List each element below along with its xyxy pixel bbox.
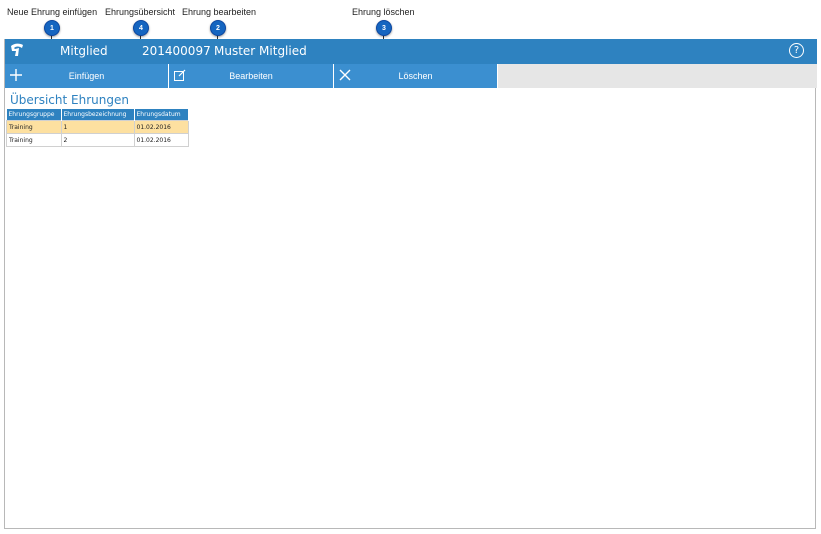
- page-title: Übersicht Ehrungen: [10, 93, 129, 107]
- callout-label-edit: Ehrung bearbeiten: [182, 7, 257, 17]
- table-row[interactable]: Training 1 01.02.2016: [6, 120, 189, 134]
- column-header-name[interactable]: Ehrungsbezeichnung: [61, 109, 135, 121]
- table-row[interactable]: Training 2 01.02.2016: [6, 133, 189, 147]
- close-icon: [339, 69, 351, 81]
- edit-button-label: Bearbeiten: [229, 71, 273, 81]
- help-icon[interactable]: ?: [789, 43, 804, 58]
- add-button[interactable]: Einfügen: [5, 64, 169, 88]
- add-button-label: Einfügen: [68, 71, 105, 81]
- edit-icon: [174, 69, 186, 81]
- column-header-group[interactable]: Ehrungsgruppe: [6, 109, 62, 121]
- delete-button-label: Löschen: [398, 71, 433, 81]
- app-window: Mitglied 201400097 Muster Mitglied ? Ein…: [4, 39, 817, 529]
- callout-marker-4: 4: [133, 20, 149, 36]
- column-header-date[interactable]: Ehrungsdatum: [134, 109, 189, 121]
- header-section-label: Mitglied: [60, 44, 108, 58]
- cell-date: 01.02.2016: [133, 133, 189, 147]
- honors-table: Ehrungsgruppe Ehrungsbezeichnung Ehrungs…: [6, 109, 189, 147]
- callout-label-delete: Ehrung löschen: [352, 7, 415, 17]
- edit-button[interactable]: Bearbeiten: [169, 64, 334, 88]
- callout-marker-2: 2: [210, 20, 226, 36]
- plus-icon: [10, 69, 22, 81]
- header-member-id: 201400097: [142, 44, 211, 58]
- cell-date: 01.02.2016: [133, 120, 189, 134]
- app-header: Mitglied 201400097 Muster Mitglied ?: [5, 39, 817, 64]
- delete-button[interactable]: Löschen: [334, 64, 498, 88]
- cell-group: Training: [6, 120, 62, 134]
- cell-name: 1: [60, 120, 135, 134]
- app-logo-icon[interactable]: [9, 42, 25, 58]
- cell-group: Training: [6, 133, 62, 147]
- callout-marker-1: 1: [44, 20, 60, 36]
- table-header-row: Ehrungsgruppe Ehrungsbezeichnung Ehrungs…: [6, 109, 189, 121]
- callout-label-add: Neue Ehrung einfügen: [7, 7, 98, 17]
- header-member-name: Muster Mitglied: [214, 44, 307, 58]
- callout-label-overview: Ehrungsübersicht: [105, 7, 176, 17]
- cell-name: 2: [60, 133, 135, 147]
- callout-marker-3: 3: [376, 20, 392, 36]
- toolbar: Einfügen Bearbeiten Löschen: [5, 64, 817, 88]
